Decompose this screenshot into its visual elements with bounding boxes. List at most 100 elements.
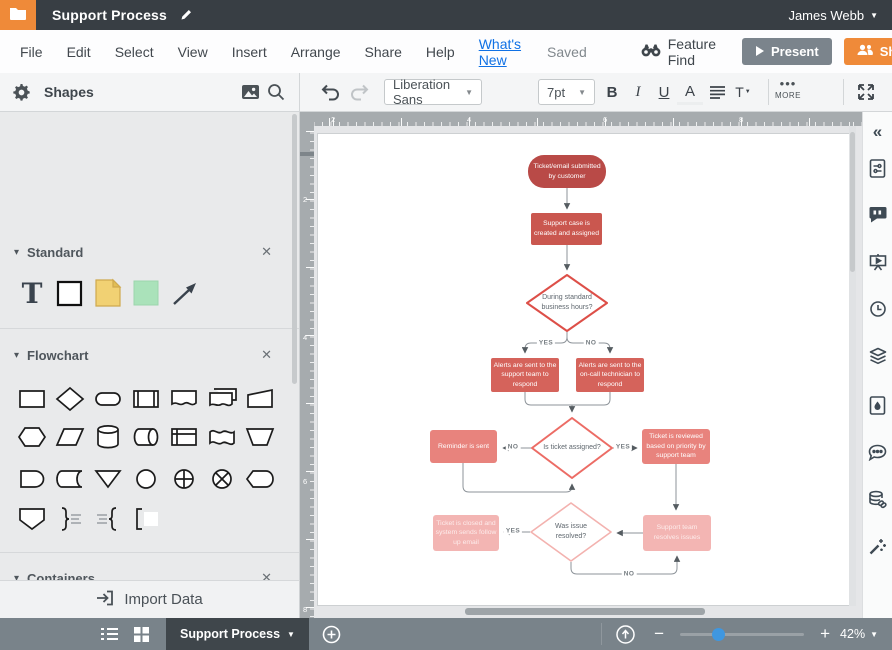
magic-wand-icon[interactable] [868, 536, 888, 556]
font-family-select[interactable]: Liberation Sans ▼ [384, 79, 482, 105]
vertical-scrollbar[interactable] [850, 132, 855, 272]
shape-off-page-connector[interactable] [16, 502, 48, 536]
shape-or[interactable] [168, 462, 200, 496]
redo-icon[interactable] [346, 79, 372, 105]
shape-database[interactable] [92, 420, 124, 454]
font-size-select[interactable]: 7pt ▼ [538, 79, 595, 105]
shape-manual-input[interactable] [244, 382, 276, 416]
shape-internal-storage[interactable] [168, 420, 200, 454]
flow-node-ticket-closed[interactable]: Ticket is closed and system sends follow… [433, 515, 499, 551]
comments-icon[interactable] [868, 442, 888, 462]
align-button[interactable] [704, 79, 730, 105]
revision-history-icon[interactable] [868, 299, 888, 319]
page-list-icon[interactable] [96, 621, 122, 647]
document-title[interactable]: Support Process [52, 7, 167, 23]
edge-label-no[interactable]: NO [506, 444, 521, 451]
add-page-icon[interactable] [319, 621, 345, 647]
user-menu[interactable]: James Webb ▼ [788, 8, 878, 23]
flow-node-team-resolves[interactable]: Support team resolves issues [643, 515, 711, 551]
image-icon[interactable] [237, 79, 263, 105]
flow-node-alert-support-team[interactable]: Alerts are sent to the support team to r… [491, 358, 559, 392]
menu-share[interactable]: Share [353, 44, 414, 60]
section-containers-header[interactable]: ▾ Containers ✕ [0, 566, 300, 580]
canvas[interactable]: Ticket/email submitted by customer Suppo… [300, 112, 862, 618]
import-data-button[interactable]: Import Data [0, 580, 300, 618]
shape-stored-data[interactable] [54, 462, 86, 496]
menu-arrange[interactable]: Arrange [279, 44, 353, 60]
flow-node-alert-on-call[interactable]: Alerts are sent to the on-call technicia… [576, 358, 644, 392]
shape-sticky-note[interactable] [130, 276, 162, 310]
undo-icon[interactable] [318, 79, 344, 105]
whats-new-link[interactable]: What's New [467, 36, 533, 68]
menu-insert[interactable]: Insert [220, 44, 279, 60]
zoom-level-select[interactable]: 42% ▼ [840, 627, 878, 641]
flow-node-reminder[interactable]: Reminder is sent [430, 430, 497, 463]
menu-edit[interactable]: Edit [55, 44, 103, 60]
flow-node-create-case[interactable]: Support case is created and assigned [531, 213, 602, 245]
pan-mode-icon[interactable] [612, 621, 638, 647]
theme-icon[interactable] [868, 395, 888, 415]
shape-brace-note-left[interactable] [92, 502, 124, 536]
flow-node-issue-resolved[interactable]: Was issue resolved? [530, 502, 612, 562]
shape-summing-junction[interactable] [206, 462, 238, 496]
flow-node-business-hours[interactable]: During standard business hours? [526, 274, 608, 332]
italic-button[interactable]: I [625, 79, 651, 105]
text-options-button[interactable]: T▼ [730, 79, 756, 105]
shape-decision[interactable] [54, 382, 86, 416]
shape-line-arrow[interactable] [168, 276, 200, 310]
shape-multiple-documents[interactable] [206, 382, 238, 416]
presentation-mode-icon[interactable] [868, 252, 888, 272]
shape-brace-note-right[interactable] [54, 502, 86, 536]
document-settings-icon[interactable] [868, 158, 888, 178]
shape-manual-operation[interactable] [244, 420, 276, 454]
close-icon[interactable]: ✕ [261, 570, 272, 580]
shape-data[interactable] [54, 420, 86, 454]
zoom-out-button[interactable]: − [654, 624, 664, 644]
shape-manager-gear-icon[interactable] [8, 79, 34, 105]
shape-display[interactable] [244, 462, 276, 496]
shape-preparation[interactable] [16, 420, 48, 454]
edge-label-no[interactable]: NO [622, 571, 637, 578]
font-color-button[interactable]: A [677, 81, 703, 105]
shape-bracket-note[interactable] [130, 502, 162, 536]
collapse-panel-icon[interactable]: « [868, 122, 888, 142]
zoom-in-button[interactable]: + [820, 624, 830, 644]
shape-text[interactable]: T [16, 276, 48, 310]
section-standard-header[interactable]: ▾ Standard ✕ [0, 240, 300, 264]
shape-delay[interactable] [16, 462, 48, 496]
page-tab-support-process[interactable]: Support Process ▼ [166, 618, 309, 650]
flow-node-ticket-assigned[interactable]: Is ticket assigned? [531, 417, 613, 479]
menu-file[interactable]: File [0, 44, 55, 60]
edge-label-no[interactable]: NO [584, 340, 599, 347]
horizontal-scrollbar[interactable] [465, 608, 705, 615]
edge-label-yes[interactable]: YES [504, 528, 522, 535]
edge-label-yes[interactable]: YES [614, 444, 632, 451]
shape-connector[interactable] [130, 462, 162, 496]
menu-select[interactable]: Select [103, 44, 166, 60]
close-icon[interactable]: ✕ [261, 347, 272, 363]
feature-find-button[interactable]: Feature Find [629, 36, 728, 68]
bold-button[interactable]: B [599, 79, 625, 105]
shape-paper-tape[interactable] [206, 420, 238, 454]
flow-node-review[interactable]: Ticket is reviewed based on priority by … [642, 429, 710, 464]
zoom-slider[interactable] [680, 633, 804, 636]
shape-terminator[interactable] [92, 382, 124, 416]
menu-help[interactable]: Help [414, 44, 467, 60]
flow-node-start[interactable]: Ticket/email submitted by customer [528, 155, 606, 188]
shape-merge[interactable] [92, 462, 124, 496]
edge-label-yes[interactable]: YES [537, 340, 555, 347]
zoom-slider-thumb[interactable] [712, 628, 725, 641]
search-icon[interactable] [263, 79, 289, 105]
close-icon[interactable]: ✕ [261, 244, 272, 260]
section-flowchart-header[interactable]: ▾ Flowchart ✕ [0, 343, 300, 367]
more-tools-button[interactable]: ••• MORE [775, 77, 801, 100]
shape-predefined-process[interactable] [130, 382, 162, 416]
app-home-button[interactable] [0, 0, 36, 30]
fullscreen-icon[interactable] [853, 79, 879, 105]
present-button[interactable]: Present [742, 38, 832, 65]
shape-note[interactable] [92, 276, 124, 310]
linked-data-icon[interactable] [868, 489, 888, 509]
page-grid-icon[interactable] [128, 621, 154, 647]
underline-button[interactable]: U [651, 79, 677, 105]
layers-icon[interactable] [868, 346, 888, 366]
